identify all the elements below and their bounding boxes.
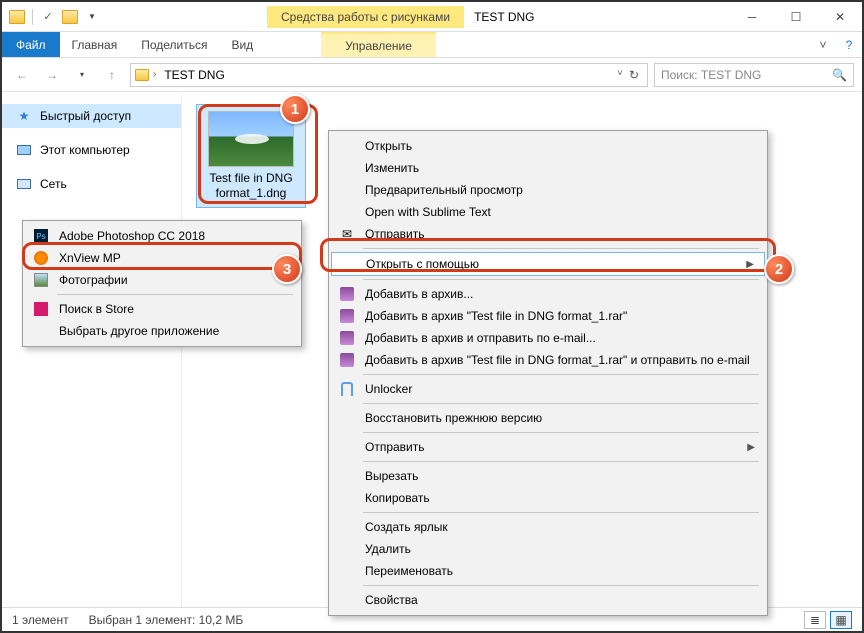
ribbon-expand-icon[interactable]: ˅	[810, 32, 836, 57]
window-controls: ─ ☐ ✕	[730, 3, 862, 31]
cm-copy[interactable]: Копировать	[331, 487, 765, 509]
photos-icon	[33, 272, 49, 288]
refresh-icon[interactable]: ↻	[629, 68, 639, 82]
store-icon	[33, 301, 49, 317]
divider	[32, 9, 33, 25]
cm-cut[interactable]: Вырезать	[331, 465, 765, 487]
folder-icon	[135, 69, 149, 81]
icons-view-button[interactable]: ▦	[830, 611, 852, 629]
view-tab[interactable]: Вид	[219, 32, 265, 57]
separator	[363, 461, 759, 462]
search-input[interactable]: Поиск: TEST DNG 🔍	[654, 63, 854, 87]
cm-send-to[interactable]: Отправить▶	[331, 436, 765, 458]
manage-tab[interactable]: Управление	[321, 32, 436, 57]
chevron-right-icon[interactable]: ›	[153, 69, 156, 80]
sidebar-network[interactable]: Сеть	[2, 172, 181, 196]
sidebar-label: Этот компьютер	[40, 143, 130, 157]
separator	[363, 248, 759, 249]
search-icon[interactable]: 🔍	[832, 68, 847, 82]
cm-shortcut[interactable]: Создать ярлык	[331, 516, 765, 538]
status-count: 1 элемент	[12, 613, 69, 627]
cm-add-email[interactable]: Добавить в архив и отправить по e-mail..…	[331, 327, 765, 349]
qat-dropdown-icon[interactable]: ▼	[83, 8, 101, 26]
new-folder-icon[interactable]	[61, 8, 79, 26]
file-thumbnail	[208, 111, 294, 167]
breadcrumb[interactable]: › TEST DNG ˅ ↻	[130, 63, 648, 87]
back-button[interactable]: ←	[10, 63, 34, 87]
chevron-down-icon[interactable]: ˅	[617, 68, 623, 82]
cm-preview[interactable]: Предварительный просмотр	[331, 179, 765, 201]
separator	[363, 403, 759, 404]
open-with-submenu: PsAdobe Photoshop CC 2018 XnView MP Фото…	[22, 220, 302, 347]
navigation-bar: ← → ▾ ↑ › TEST DNG ˅ ↻ Поиск: TEST DNG 🔍	[2, 58, 862, 92]
cm-add-rar-email[interactable]: Добавить в архив "Test file in DNG forma…	[331, 349, 765, 371]
file-tab[interactable]: Файл	[2, 32, 60, 57]
window-title: TEST DNG	[474, 10, 534, 24]
pc-icon	[16, 142, 32, 158]
picture-tools-tab[interactable]: Средства работы с рисунками	[267, 6, 464, 28]
cm-sublime[interactable]: Open with Sublime Text	[331, 201, 765, 223]
breadcrumb-folder[interactable]: TEST DNG	[160, 68, 228, 82]
minimize-button[interactable]: ─	[730, 3, 774, 31]
separator	[57, 294, 293, 295]
cm-delete[interactable]: Удалить	[331, 538, 765, 560]
cm-open[interactable]: Открыть	[331, 135, 765, 157]
cm-edit[interactable]: Изменить	[331, 157, 765, 179]
status-selected: Выбран 1 элемент: 10,2 МБ	[89, 613, 244, 627]
separator	[363, 374, 759, 375]
home-tab[interactable]: Главная	[60, 32, 130, 57]
separator	[363, 585, 759, 586]
sidebar-quick-access[interactable]: ★ Быстрый доступ	[2, 104, 181, 128]
file-item[interactable]: Test file in DNG format_1.dng	[196, 104, 306, 208]
ribbon-tabs: Файл Главная Поделиться Вид Управление ˅…	[2, 32, 862, 58]
separator	[363, 512, 759, 513]
winrar-icon	[339, 286, 355, 302]
title-bar: ▼ Средства работы с рисунками TEST DNG ─…	[2, 2, 862, 32]
photoshop-icon: Ps	[33, 228, 49, 244]
send-icon: ✉	[339, 226, 355, 242]
maximize-button[interactable]: ☐	[774, 3, 818, 31]
cm-properties[interactable]: Свойства	[331, 589, 765, 611]
search-placeholder: Поиск: TEST DNG	[661, 68, 761, 82]
winrar-icon	[339, 352, 355, 368]
winrar-icon	[339, 308, 355, 324]
sidebar-label: Сеть	[40, 177, 67, 191]
star-icon: ★	[16, 108, 32, 124]
details-view-button[interactable]: ≣	[804, 611, 826, 629]
cm-rename[interactable]: Переименовать	[331, 560, 765, 582]
quick-access-toolbar: ▼	[2, 8, 107, 26]
up-button[interactable]: ↑	[100, 63, 124, 87]
share-tab[interactable]: Поделиться	[129, 32, 219, 57]
folder-icon	[8, 8, 26, 26]
forward-button[interactable]: →	[40, 63, 64, 87]
sm-photoshop[interactable]: PsAdobe Photoshop CC 2018	[25, 225, 299, 247]
winrar-icon	[339, 330, 355, 346]
cm-open-with[interactable]: Открыть с помощью▶	[331, 252, 765, 276]
separator	[363, 432, 759, 433]
close-button[interactable]: ✕	[818, 3, 862, 31]
properties-icon[interactable]	[39, 8, 57, 26]
sm-photos[interactable]: Фотографии	[25, 269, 299, 291]
cm-add-archive[interactable]: Добавить в архив...	[331, 283, 765, 305]
xnview-icon	[33, 250, 49, 266]
sm-other-app[interactable]: Выбрать другое приложение	[25, 320, 299, 342]
cm-unlocker[interactable]: Unlocker	[331, 378, 765, 400]
network-icon	[16, 176, 32, 192]
separator	[363, 279, 759, 280]
cm-restore[interactable]: Восстановить прежнюю версию	[331, 407, 765, 429]
sidebar: ★ Быстрый доступ Этот компьютер Сеть	[2, 94, 182, 607]
sidebar-label: Быстрый доступ	[40, 109, 131, 123]
cm-send-cut[interactable]: ✉ Отправить	[331, 223, 765, 245]
help-icon[interactable]: ?	[836, 32, 862, 57]
sm-store[interactable]: Поиск в Store	[25, 298, 299, 320]
context-menu: Открыть Изменить Предварительный просмот…	[328, 130, 768, 616]
submenu-arrow-icon: ▶	[746, 259, 754, 270]
unlocker-icon	[339, 381, 355, 397]
sidebar-this-pc[interactable]: Этот компьютер	[2, 138, 181, 162]
cm-add-rar[interactable]: Добавить в архив "Test file in DNG forma…	[331, 305, 765, 327]
history-dropdown[interactable]: ▾	[70, 63, 94, 87]
file-name: Test file in DNG format_1.dng	[203, 171, 299, 201]
sm-xnview[interactable]: XnView MP	[25, 247, 299, 269]
submenu-arrow-icon: ▶	[747, 442, 755, 453]
